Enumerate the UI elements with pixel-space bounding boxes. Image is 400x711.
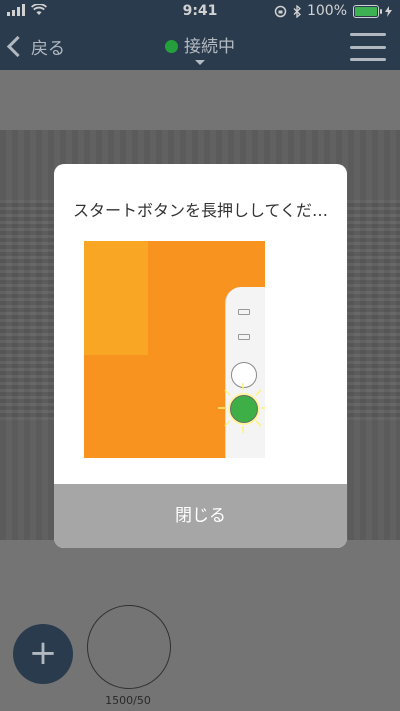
indicator-slot [238, 334, 250, 340]
dialog-title: スタートボタンを長押ししてくだ… [72, 201, 329, 220]
device-illustration [84, 241, 265, 458]
illustration-panel [84, 241, 148, 355]
device-side-panel [218, 287, 265, 458]
instruction-dialog: スタートボタンを長押ししてくだ… 閉じる [54, 164, 347, 548]
close-button[interactable]: 閉じる [54, 484, 347, 548]
start-button-icon [230, 395, 258, 423]
indicator-slot [238, 309, 250, 315]
